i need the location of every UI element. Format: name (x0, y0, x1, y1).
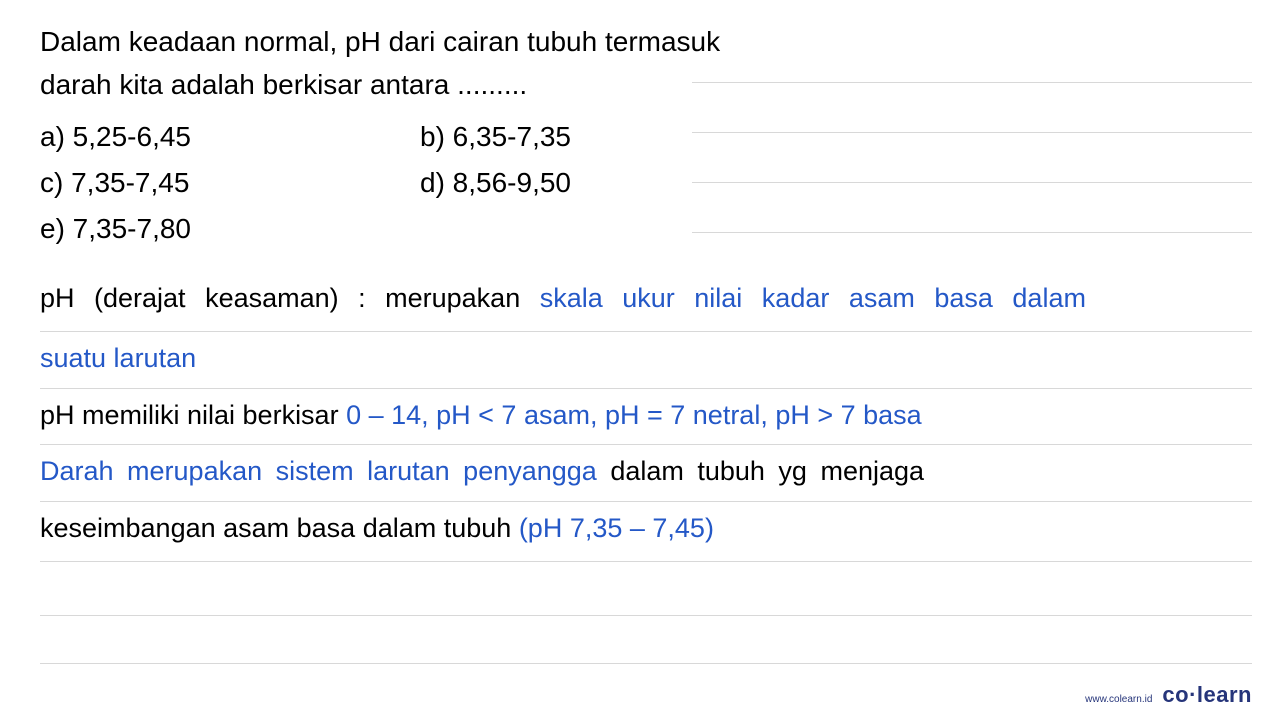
exp4-blue: Darah merupakan sistem larutan penyangga (40, 456, 597, 486)
brand-co: co (1162, 682, 1189, 707)
footer-url: www.colearn.id (1085, 694, 1152, 705)
empty-ruled-line (40, 616, 1252, 664)
ruled-notebook-lines (692, 82, 1252, 282)
exp4-black: dalam tubuh yg menjaga (597, 456, 924, 486)
explanation-line-5: keseimbangan asam basa dalam tubuh (pH 7… (40, 508, 1252, 562)
option-c: c) 7,35-7,45 (40, 167, 420, 199)
explanation-line-2: suatu larutan (40, 338, 1252, 390)
exp5-blue: (pH 7,35 – 7,45) (519, 513, 714, 543)
explanation-block: pH (derajat keasaman) : merupakan skala … (40, 278, 1252, 664)
footer-brand-logo: co·learn (1162, 682, 1252, 708)
exp3-blue: 0 – 14, pH < 7 asam, pH = 7 netral, pH >… (346, 400, 922, 430)
question-line-1: Dalam keadaan normal, pH dari cairan tub… (40, 20, 1240, 63)
exp2-blue: suatu larutan (40, 343, 196, 373)
explanation-line-1: pH (derajat keasaman) : merupakan skala … (40, 278, 1252, 332)
exp3-black: pH memiliki nilai berkisar (40, 400, 346, 430)
brand-dot: · (1189, 682, 1197, 707)
brand-learn: learn (1197, 682, 1252, 707)
explanation-line-3: pH memiliki nilai berkisar 0 – 14, pH < … (40, 395, 1252, 445)
exp5-black: keseimbangan asam basa dalam tubuh (40, 513, 519, 543)
explanation-line-4: Darah merupakan sistem larutan penyangga… (40, 451, 1252, 503)
empty-ruled-line (40, 568, 1252, 616)
option-a: a) 5,25-6,45 (40, 121, 420, 153)
footer: www.colearn.id co·learn (1085, 682, 1252, 708)
exp1-black: pH (derajat keasaman) : merupakan (40, 283, 540, 313)
exp1-blue: skala ukur nilai kadar asam basa dalam (540, 283, 1086, 313)
